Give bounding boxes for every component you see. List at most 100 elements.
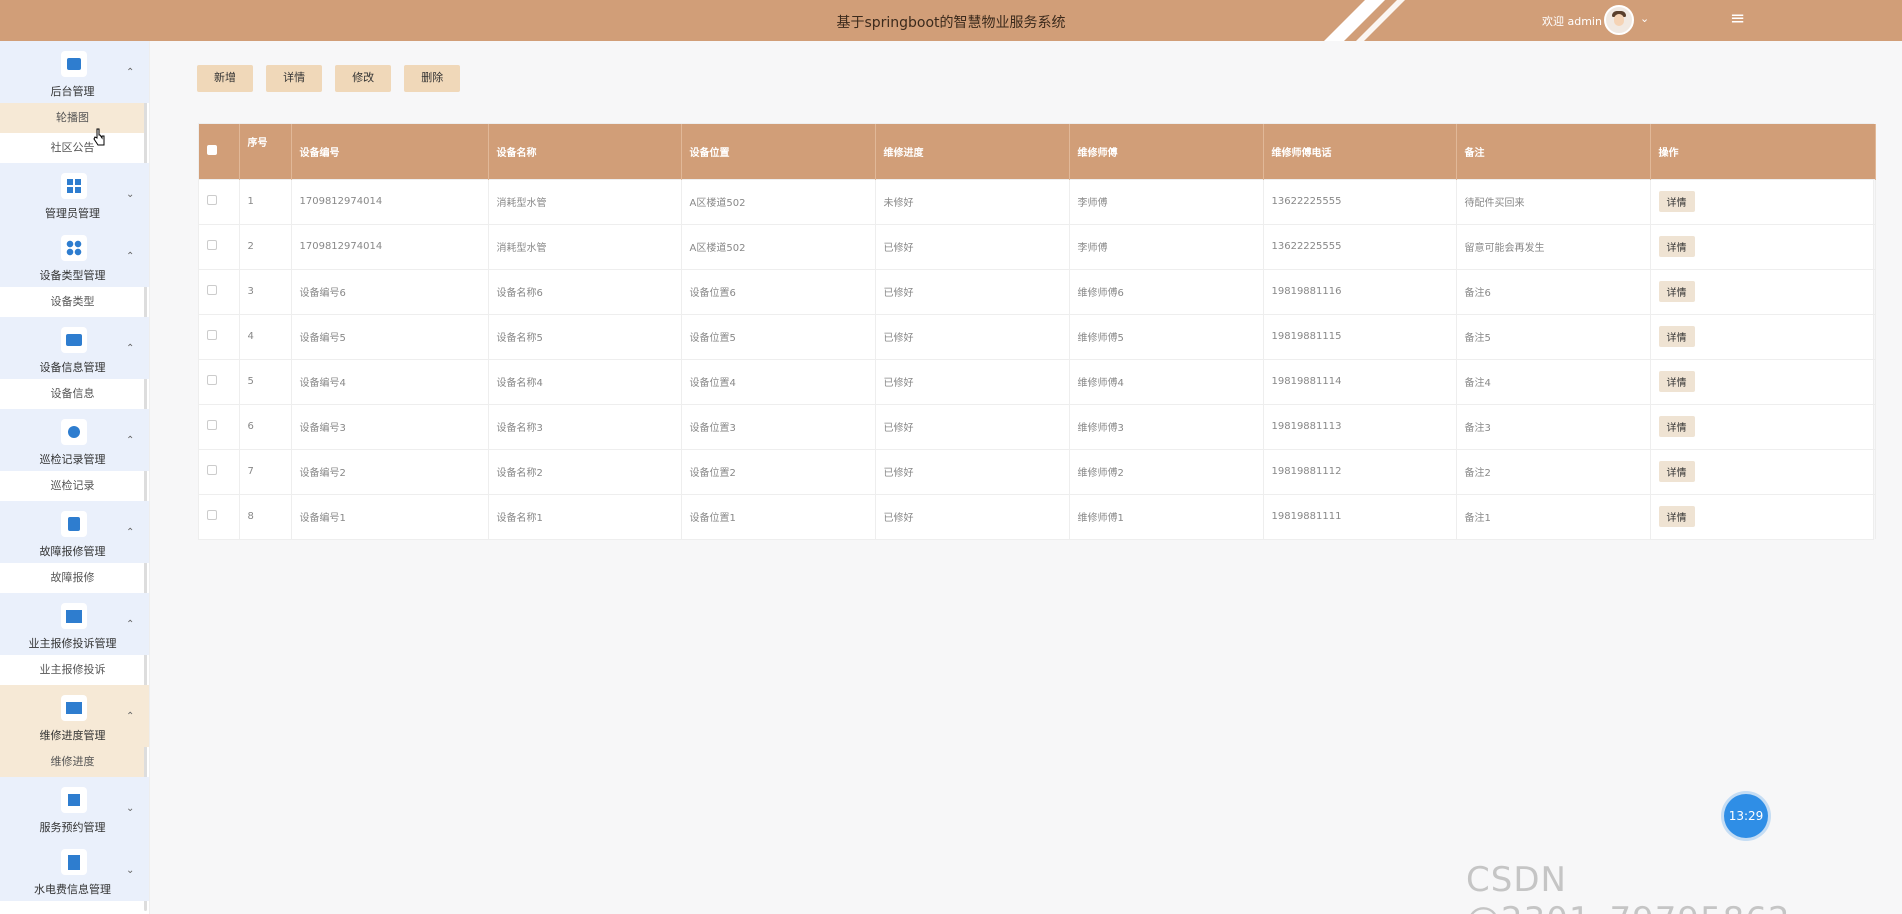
row-detail-button[interactable]: 详情 (1658, 416, 1695, 437)
sidebar-group-4[interactable]: 巡检记录管理 ⌃ (0, 409, 149, 471)
row-detail-button[interactable]: 详情 (1658, 371, 1695, 392)
table-cell: 设备位置1 (681, 493, 876, 539)
table-cell: 19819881116 (1263, 268, 1457, 314)
main-content: 新增 详情 修改 删除 序号 设备编号 设备名称 设备位置 维修进度 维修师傅 维修师傅电话… (176, 41, 1902, 914)
table-cell: 设备位置3 (681, 403, 876, 449)
table-cell: 13622225555 (1263, 223, 1457, 269)
table-cell: 维修师傅2 (1069, 448, 1264, 494)
row-detail-button[interactable]: 详情 (1658, 281, 1695, 302)
sidebar-item[interactable]: 业主报修投诉 (0, 655, 145, 685)
table-row[interactable]: 2 1709812974014 消耗型水管 A区楼道502 已修好 李师傅 13622225… (199, 223, 1876, 269)
sidebar-item[interactable]: 巡检记录 (0, 471, 145, 501)
table-row[interactable]: 6 设备编号3 设备名称3 设备位置3 已修好 维修师傅3 19819881113 备注3 详情 (199, 403, 1876, 449)
table-cell: 设备编号3 (291, 403, 489, 449)
table-cell: 19819881111 (1263, 493, 1457, 539)
row-detail-button[interactable]: 详情 (1658, 461, 1695, 482)
chevron-up-icon[interactable]: ⌃ (126, 251, 134, 262)
clock-badge: 13:29 (1724, 794, 1768, 838)
column-header[interactable]: 序号 (239, 124, 292, 179)
row-checkbox[interactable] (199, 268, 240, 314)
sidebar-group-2[interactable]: 设备类型管理 ⌃ (0, 225, 149, 287)
sidebar-item[interactable]: 设备类型 (0, 287, 145, 317)
chevron-down-icon[interactable]: ⌄ (126, 865, 134, 876)
table-cell: 设备名称4 (488, 358, 682, 404)
table-cell: 6 (239, 403, 292, 449)
sidebar-item[interactable]: 设备信息 (0, 379, 145, 409)
table-cell: 备注5 (1456, 313, 1651, 359)
row-checkbox[interactable] (199, 403, 240, 449)
sidebar-item[interactable]: 社区公告 (0, 133, 145, 163)
detail-button[interactable]: 详情 (266, 65, 323, 92)
column-header[interactable]: 维修师傅电话 (1263, 124, 1457, 179)
sidebar-group-label: 业主报修投诉管理 (28, 637, 117, 650)
table-cell: 待配件买回来 (1456, 178, 1651, 224)
row-checkbox[interactable] (199, 358, 240, 404)
row-checkbox[interactable] (199, 448, 240, 494)
edit-button[interactable]: 修改 (335, 65, 392, 92)
chevron-down-icon[interactable]: ⌄ (126, 189, 134, 200)
column-header[interactable]: 设备位置 (681, 124, 876, 179)
row-checkbox[interactable] (199, 493, 240, 539)
column-header[interactable]: 操作 (1650, 124, 1876, 179)
sidebar-group-7[interactable]: 维修进度管理 ⌃ (0, 685, 149, 747)
table-cell: 3 (239, 268, 292, 314)
action-cell: 详情 (1650, 493, 1876, 539)
table-cell: 设备编号5 (291, 313, 489, 359)
table-row[interactable]: 3 设备编号6 设备名称6 设备位置6 已修好 维修师傅6 19819881116 备注6 详情 (199, 268, 1876, 314)
sidebar-group-label: 设备信息管理 (39, 361, 106, 374)
chevron-up-icon[interactable]: ⌃ (126, 711, 134, 722)
column-header[interactable]: 维修师傅 (1069, 124, 1264, 179)
table-cell: 设备位置5 (681, 313, 876, 359)
sidebar-group-8[interactable]: 服务预约管理 ⌄ (0, 777, 149, 839)
sidebar-group-6[interactable]: 业主报修投诉管理 ⌃ (0, 593, 149, 655)
sidebar-item[interactable]: 维修进度 (0, 747, 145, 777)
sidebar-group-0[interactable]: 后台管理 ⌃ (0, 41, 149, 103)
chevron-down-icon[interactable]: ⌄ (1640, 12, 1649, 25)
table-cell: 设备名称6 (488, 268, 682, 314)
chevron-down-icon[interactable]: ⌄ (126, 803, 134, 814)
select-all-checkbox[interactable] (199, 124, 240, 179)
sidebar-group-3[interactable]: 设备信息管理 ⌃ (0, 317, 149, 379)
briefcase-icon (61, 327, 87, 353)
chevron-up-icon[interactable]: ⌃ (126, 619, 134, 630)
row-detail-button[interactable]: 详情 (1658, 326, 1695, 347)
row-detail-button[interactable]: 详情 (1658, 506, 1695, 528)
row-detail-button[interactable]: 详情 (1658, 191, 1695, 212)
chevron-up-icon[interactable]: ⌃ (126, 435, 134, 446)
table-cell: 2 (239, 223, 292, 269)
table-row[interactable]: 4 设备编号5 设备名称5 设备位置5 已修好 维修师傅5 19819881115 备注5 详情 (199, 313, 1876, 359)
delete-button[interactable]: 删除 (404, 65, 461, 92)
menu-toggle-icon[interactable]: ≡ (1730, 8, 1745, 29)
table-row[interactable]: 1 1709812974014 消耗型水管 A区楼道502 未修好 李师傅 13622225… (199, 178, 1876, 224)
chevron-up-icon[interactable]: ⌃ (126, 527, 134, 538)
row-checkbox[interactable] (199, 313, 240, 359)
row-checkbox[interactable] (199, 223, 240, 269)
action-cell: 详情 (1650, 268, 1876, 314)
sidebar-item[interactable]: 故障报修 (0, 563, 145, 593)
chevron-up-icon[interactable]: ⌃ (126, 67, 134, 78)
table-cell: 已修好 (875, 223, 1070, 269)
column-header[interactable]: 设备编号 (291, 124, 489, 179)
add-button[interactable]: 新增 (197, 65, 253, 92)
window-icon (61, 603, 87, 629)
table-cell: 设备名称1 (488, 493, 682, 539)
table-cell: 备注6 (1456, 268, 1651, 314)
table-row[interactable]: 5 设备编号4 设备名称4 设备位置4 已修好 维修师傅4 19819881114 备注4 详情 (199, 358, 1876, 404)
table-cell: 备注3 (1456, 403, 1651, 449)
sidebar-group-5[interactable]: 故障报修管理 ⌃ (0, 501, 149, 563)
column-header[interactable]: 备注 (1456, 124, 1651, 179)
column-header[interactable]: 设备名称 (488, 124, 682, 179)
table-row[interactable]: 8 设备编号1 设备名称1 设备位置1 已修好 维修师傅1 19819881111 备注1 详情 (199, 493, 1876, 539)
row-checkbox[interactable] (199, 178, 240, 224)
table-cell: 已修好 (875, 493, 1070, 539)
sidebar-item[interactable]: 轮播图 (0, 103, 145, 133)
sidebar-group-1[interactable]: 管理员管理 ⌄ (0, 163, 149, 225)
table-row[interactable]: 7 设备编号2 设备名称2 设备位置2 已修好 维修师傅2 19819881112 备注2 详情 (199, 448, 1876, 494)
table-cell: 备注1 (1456, 493, 1651, 539)
chevron-up-icon[interactable]: ⌃ (126, 343, 134, 354)
avatar[interactable] (1604, 5, 1634, 35)
sidebar-group-9[interactable]: 水电费信息管理 ⌄ (0, 839, 149, 901)
table-cell: 19819881115 (1263, 313, 1457, 359)
row-detail-button[interactable]: 详情 (1658, 236, 1695, 257)
column-header[interactable]: 维修进度 (875, 124, 1070, 179)
